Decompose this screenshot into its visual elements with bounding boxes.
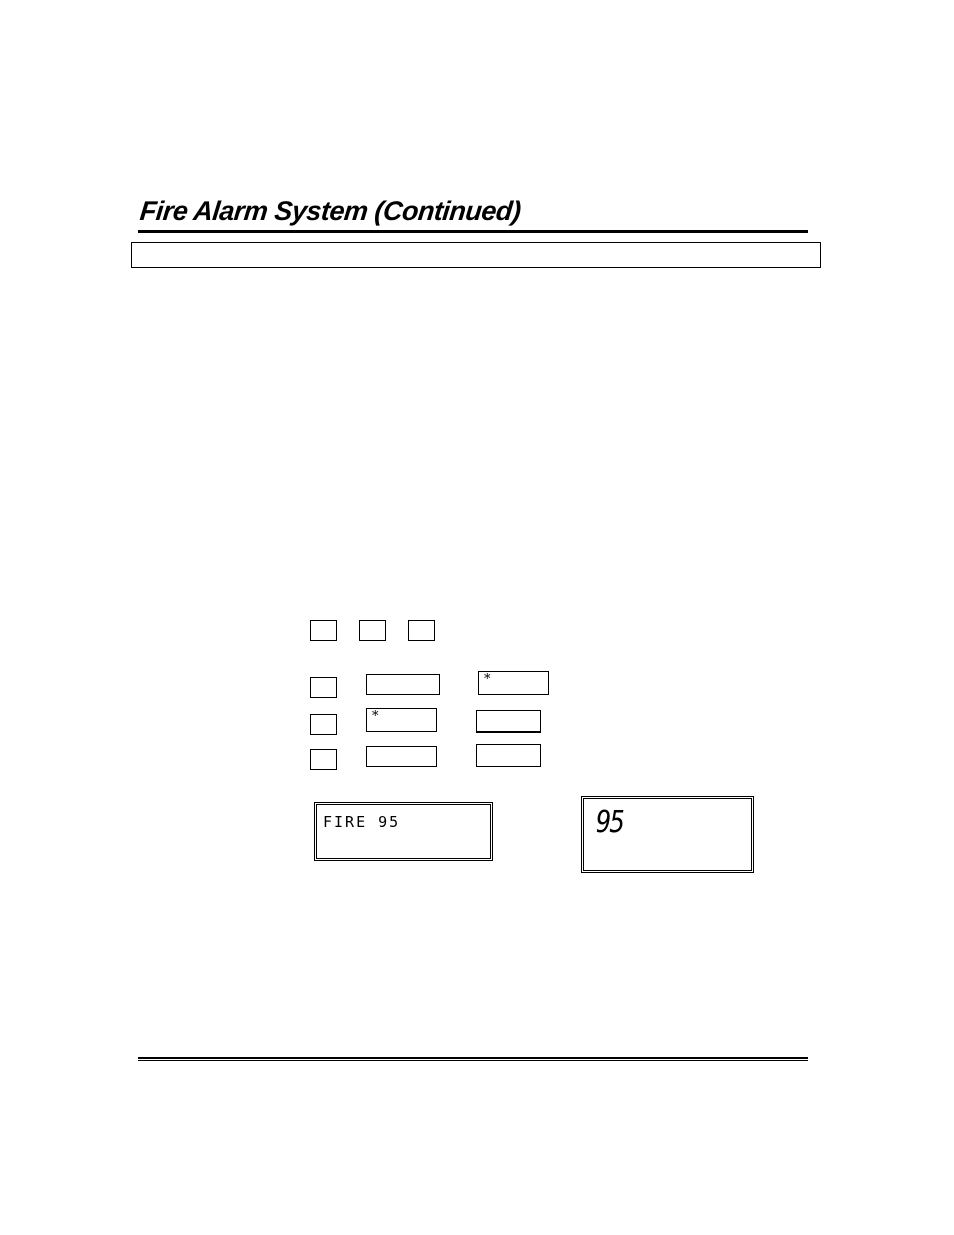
row3-entry-box-1 [366,746,437,767]
page-title: Fire Alarm System (Continued) [138,196,523,226]
row1-key-box [310,677,337,698]
row1-star-box: * [478,671,549,695]
key-box-2 [359,620,386,641]
section-banner [131,242,821,268]
row1-entry-box [366,674,440,695]
fixed-word-keypad-display: 95 [581,796,754,873]
footer-rule-secondary [138,1060,808,1061]
row2-star-box: * [366,708,437,732]
row2-key-box [310,714,337,735]
row3-entry-box-2 [476,744,541,767]
key-box-1 [310,620,337,641]
key-box-3 [408,620,435,641]
alpha-keypad-display: FIRE 95 [314,802,493,861]
fixed-word-display-text: 95 [596,805,625,840]
alpha-display-text: FIRE 95 [323,813,401,831]
footer-rule [138,1057,808,1059]
title-underline [138,230,808,233]
row3-key-box [310,749,337,770]
row2-entry-box [476,710,541,733]
